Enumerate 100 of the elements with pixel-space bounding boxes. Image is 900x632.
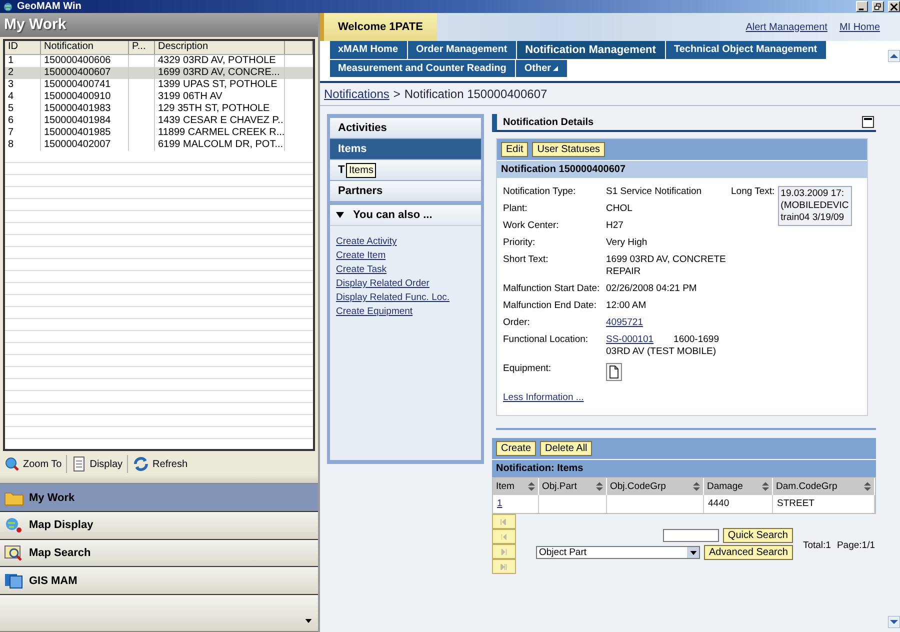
previous-page-icon <box>500 534 508 540</box>
advanced-search-button[interactable]: Advanced Search <box>704 545 793 560</box>
nav-tab[interactable]: Technical Object Management <box>666 41 828 60</box>
section-title: You can also ... <box>353 209 432 221</box>
tooltip: Items <box>346 163 376 178</box>
column-header[interactable]: Damage <box>704 478 773 495</box>
nav-label: My Work <box>29 492 75 504</box>
column-header[interactable]: Dam.CodeGrp <box>773 478 875 495</box>
column-header[interactable]: Description <box>155 41 285 54</box>
refresh-icon <box>132 455 150 474</box>
field-value: 12:00 AM <box>606 300 646 311</box>
breadcrumb-separator: > <box>393 87 400 101</box>
field-label: Order: <box>503 317 531 329</box>
panel-heading: Notification 150000400607 <box>497 160 867 178</box>
document-icon[interactable] <box>606 363 622 381</box>
nav-tab[interactable]: Notification Management <box>517 41 666 60</box>
sort-icon[interactable] <box>596 482 603 491</box>
table-row[interactable]: 6 150000401984 1439 CESAR E CHAVEZ P... <box>5 115 313 127</box>
nav-tab[interactable]: Order Management <box>408 41 518 60</box>
breadcrumb-current: Notification 150000400607 <box>404 87 548 101</box>
breadcrumb-link[interactable]: Notifications <box>324 87 390 101</box>
refresh-button[interactable]: Refresh <box>132 455 188 474</box>
table-cell: 3 <box>5 79 41 91</box>
column-header[interactable]: Notification <box>41 41 129 54</box>
nav-tab[interactable]: xMAM Home <box>330 41 408 60</box>
restore-button[interactable] <box>872 1 884 12</box>
zoom-button[interactable]: Zoom To <box>4 456 62 472</box>
action-link[interactable]: Create Equipment <box>336 306 413 317</box>
table-cell: 150000401985 <box>41 127 129 139</box>
table-cell: 150000400607 <box>41 67 129 79</box>
dropdown-arrow-icon <box>690 550 696 554</box>
page-count: Page:1/1 <box>836 540 875 553</box>
side-menu-item[interactable]: Activities <box>330 118 481 138</box>
action-button[interactable]: Create <box>496 441 536 456</box>
side-menu-item[interactable]: Partners <box>330 181 481 201</box>
table-row[interactable]: 5 150000401983 129 35TH ST, POTHOLE <box>5 103 313 115</box>
field-label: Long Text: <box>731 186 775 199</box>
minimize-button[interactable] <box>856 1 868 12</box>
action-button[interactable]: Edit <box>501 142 528 157</box>
splitter-handle[interactable] <box>0 475 318 484</box>
caret-icon[interactable] <box>305 619 312 623</box>
close-button[interactable] <box>888 1 900 12</box>
action-link[interactable]: Create Item <box>336 250 386 261</box>
nav-tab[interactable]: Measurement and Counter Reading <box>330 60 516 78</box>
nav-item[interactable]: Map Display <box>0 512 318 540</box>
less-information-link[interactable]: Less Information ... <box>503 392 584 403</box>
action-button[interactable]: User Statuses <box>532 142 606 157</box>
action-link[interactable]: Create Task <box>336 264 387 275</box>
field-value: Very High <box>606 237 648 248</box>
nav-item[interactable]: My Work <box>0 484 318 512</box>
field-link[interactable]: 4095721 <box>606 317 643 328</box>
item-link[interactable]: 1 <box>497 498 502 509</box>
field-value: SS-000101 1600-1699 03RD AV (TEST MOBILE) <box>606 334 720 358</box>
table-cell: 150000401983 <box>41 103 129 115</box>
nav-label: Map Display <box>29 519 94 532</box>
search-field[interactable] <box>662 529 719 542</box>
scroll-down-icon[interactable] <box>888 616 900 628</box>
globe-icon <box>2 2 14 12</box>
column-header[interactable]: Obj.Part <box>539 478 607 495</box>
sort-icon[interactable] <box>864 482 871 491</box>
column-header[interactable]: Obj.CodeGrp <box>607 478 704 495</box>
column-header[interactable]: P... <box>129 41 155 54</box>
field-label: Notification Type: <box>503 186 577 198</box>
nav-tab[interactable]: Other <box>516 60 568 78</box>
table-cell: 150000400741 <box>41 79 129 91</box>
nav-item[interactable]: GIS MAM <box>0 567 318 596</box>
field-label: Malfunction End Date: <box>503 300 598 312</box>
table-row[interactable]: 7 150000401985 11899 CARMEL CREEK R... <box>5 127 313 139</box>
close-icon <box>890 2 898 10</box>
action-link[interactable]: Display Related Func. Loc. <box>336 292 450 303</box>
table-cell: 6 <box>5 115 41 127</box>
side-menu-item[interactable]: Items <box>330 139 481 159</box>
restore-icon <box>874 2 882 10</box>
nav-item[interactable]: Map Search <box>0 540 318 568</box>
sort-icon[interactable] <box>693 482 700 491</box>
search-select[interactable]: Object Part <box>536 546 700 559</box>
field-label: Short Text: <box>503 254 550 267</box>
section-title: Notification Details <box>503 116 594 128</box>
sort-icon[interactable] <box>762 482 769 491</box>
action-button[interactable]: Delete All <box>540 441 592 456</box>
quick-search-button[interactable]: Quick Search <box>722 528 793 543</box>
action-link[interactable]: Display Related Order <box>336 278 430 289</box>
table-row[interactable]: 2 150000400607 1699 03RD AV, CONCRE... <box>5 67 313 79</box>
section-header[interactable]: You can also ... <box>330 205 481 226</box>
table-title: Notification: Items <box>492 459 876 477</box>
column-header[interactable]: Item <box>493 478 539 495</box>
sort-icon[interactable] <box>528 482 535 491</box>
collapse-icon[interactable] <box>862 116 874 128</box>
display-button[interactable]: Display <box>70 456 123 472</box>
header-link[interactable]: Alert Management <box>746 22 828 32</box>
table-cell: 1439 CESAR E CHAVEZ P... <box>155 115 285 127</box>
column-header[interactable]: ID <box>5 41 41 54</box>
scroll-up-icon[interactable] <box>888 50 900 62</box>
table-row[interactable]: 4 150000400910 3199 06TH AV <box>5 91 313 103</box>
header-link[interactable]: MI Home <box>839 22 880 32</box>
field-link[interactable]: SS-000101 <box>606 334 654 345</box>
table-row[interactable]: 3 150000400741 1399 UPAS ST, POTHOLE <box>5 79 313 91</box>
table-cell: 4 <box>5 91 41 103</box>
panel-title: My Work <box>0 13 318 37</box>
action-link[interactable]: Create Activity <box>336 236 397 247</box>
